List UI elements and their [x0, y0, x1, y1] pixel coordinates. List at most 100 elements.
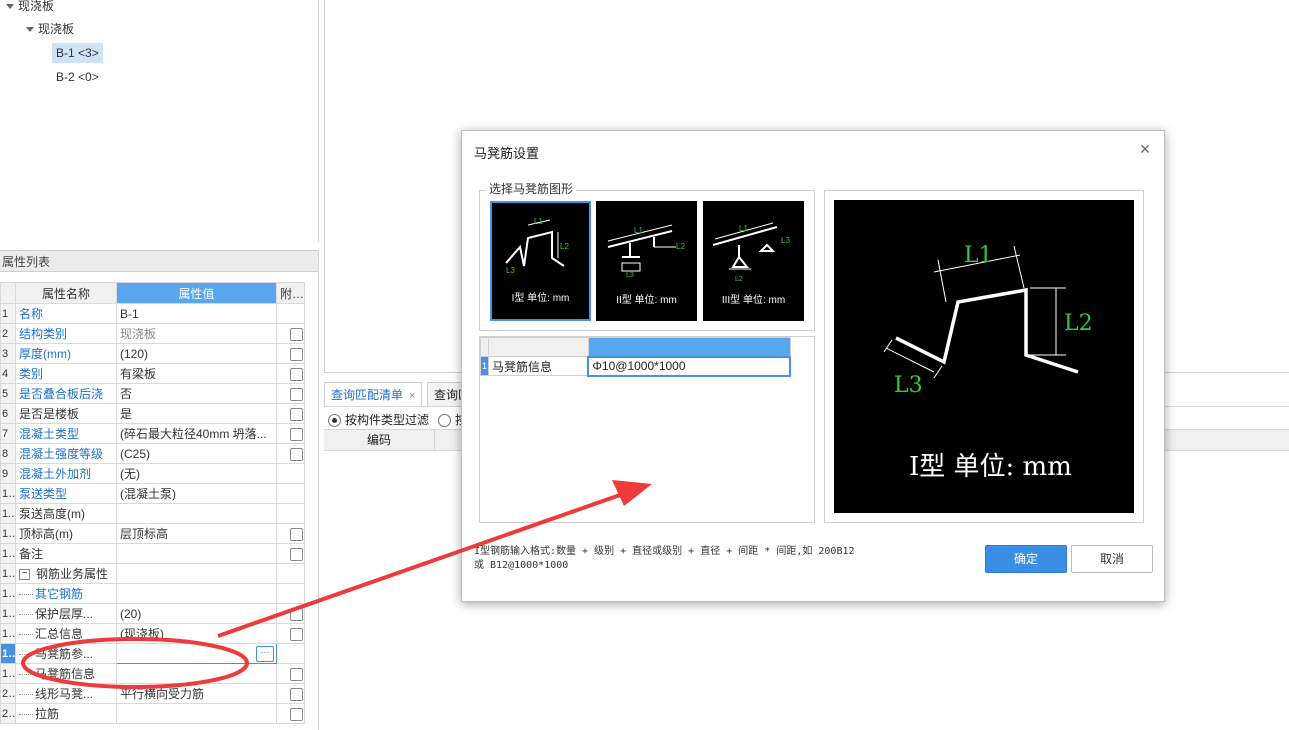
property-name: 拉筋: [15, 703, 117, 724]
input-format-hint: I型钢筋输入格式:数量 + 级别 + 直径或级别 + 直径 + 间距 * 间距,…: [474, 546, 855, 571]
property-row[interactable]: 13 备注: [0, 543, 305, 564]
tab-query-match-list[interactable]: 查询匹配清单 ×: [324, 382, 423, 407]
thumb-label-type-2: II型 单位: mm: [616, 295, 677, 306]
property-row[interactable]: 12 顶标高(m) 层顶标高: [0, 523, 305, 544]
info-header-name: [487, 337, 589, 357]
info-value-input[interactable]: Φ10@1000*1000: [587, 355, 791, 377]
tree-root-node[interactable]: 现浇板: [6, 0, 54, 16]
property-value[interactable]: [116, 543, 277, 564]
row-number: 3: [0, 343, 16, 364]
property-row[interactable]: 9 混凝土外加剂 (无): [0, 463, 305, 484]
property-name: 顶标高(m): [15, 523, 117, 544]
property-row[interactable]: 21 拉筋: [0, 703, 305, 724]
property-value[interactable]: (C25): [116, 443, 277, 464]
property-row[interactable]: 20 线形马凳... 平行横向受力筋: [0, 683, 305, 704]
property-value[interactable]: [116, 563, 277, 584]
property-value[interactable]: 否: [116, 383, 277, 404]
ellipsis-icon[interactable]: ···: [256, 646, 274, 662]
property-row[interactable]: 14− 钢筋业务属性: [0, 563, 305, 584]
property-row[interactable]: 17 汇总信息 (现浇板): [0, 623, 305, 644]
property-row[interactable]: 19 马凳筋信息: [0, 663, 305, 684]
property-value[interactable]: (120): [116, 343, 277, 364]
thumb-label-type-3: III型 单位: mm: [721, 295, 786, 306]
extra-cell: [276, 523, 305, 544]
property-value[interactable]: (碎石最大粒径40mm 坍落...: [116, 423, 277, 444]
property-value[interactable]: (现浇板): [116, 623, 277, 644]
property-row[interactable]: 16 保护层厚... (20): [0, 603, 305, 624]
property-value-input[interactable]: ···: [116, 643, 277, 664]
property-row[interactable]: 1 名称 B-1: [0, 303, 305, 324]
row-number: 15: [0, 583, 16, 604]
radio-icon[interactable]: [438, 414, 451, 428]
filter-by-type[interactable]: 按构件类型过滤: [328, 411, 429, 428]
checkbox[interactable]: [290, 607, 303, 621]
stirrup-info-box: 1 马凳筋信息 Φ10@1000*1000: [479, 336, 815, 523]
checkbox[interactable]: [290, 667, 303, 681]
extra-cell: [276, 323, 305, 344]
close-icon[interactable]: ×: [409, 390, 415, 402]
tree-connector: [19, 654, 33, 656]
row-number: 17: [0, 623, 16, 644]
shape-thumb-type-1[interactable]: L1 L2 L3 I型 单位: mm: [490, 201, 591, 321]
property-value[interactable]: [116, 663, 277, 684]
checkbox[interactable]: [290, 327, 303, 341]
ok-button[interactable]: 确定: [985, 545, 1067, 573]
property-value[interactable]: 层顶标高: [116, 523, 277, 544]
property-value[interactable]: (无): [116, 463, 277, 484]
row-number: 21: [0, 703, 16, 724]
property-row[interactable]: 7 混凝土类型 (碎石最大粒径40mm 坍落...: [0, 423, 305, 444]
property-value[interactable]: 是: [116, 403, 277, 424]
row-number: 14: [0, 563, 16, 584]
checkbox[interactable]: [290, 687, 303, 701]
column-code: 编码: [324, 430, 435, 450]
row-number: 13: [0, 543, 16, 564]
collapse-icon[interactable]: −: [19, 569, 30, 581]
checkbox[interactable]: [290, 527, 303, 541]
cancel-button[interactable]: 取消: [1071, 545, 1153, 573]
property-value[interactable]: 现浇板: [116, 323, 277, 344]
property-row[interactable]: 2 结构类别 现浇板: [0, 323, 305, 344]
property-value[interactable]: 平行横向受力筋: [116, 683, 277, 704]
close-icon[interactable]: ×: [1136, 140, 1154, 158]
property-value[interactable]: [116, 703, 277, 724]
property-name: 混凝土类型: [15, 423, 117, 444]
extra-cell: [276, 643, 305, 664]
tree-leaf-b2[interactable]: B-2 <0>: [52, 67, 103, 87]
property-row[interactable]: 11 泵送高度(m): [0, 503, 305, 524]
expand-arrow-icon[interactable]: [26, 27, 34, 33]
shape-thumb-type-3[interactable]: L1 L2 L3 III型 单位: mm: [703, 201, 804, 321]
checkbox[interactable]: [290, 547, 303, 561]
checkbox[interactable]: [290, 427, 303, 441]
property-row[interactable]: 8 混凝土强度等级 (C25): [0, 443, 305, 464]
property-row[interactable]: 10 泵送类型 (混凝土泵): [0, 483, 305, 504]
tree-child-node[interactable]: 现浇板: [26, 19, 74, 39]
checkbox[interactable]: [290, 407, 303, 421]
property-row[interactable]: 3 厚度(mm) (120): [0, 343, 305, 364]
property-value[interactable]: B-1: [116, 303, 277, 324]
tree-connector: [19, 614, 33, 616]
property-row[interactable]: 5 是否叠合板后浇否: [0, 383, 305, 404]
checkbox[interactable]: [290, 627, 303, 641]
property-value[interactable]: 有梁板: [116, 363, 277, 384]
checkbox[interactable]: [290, 707, 303, 721]
property-name: 混凝土外加剂: [15, 463, 117, 484]
property-row[interactable]: 4 类别 有梁板: [0, 363, 305, 384]
expand-arrow-icon[interactable]: [6, 4, 14, 10]
property-row[interactable]: 15 其它钢筋: [0, 583, 305, 604]
property-value[interactable]: [116, 503, 277, 524]
radio-icon[interactable]: [328, 414, 341, 428]
row-number: 12: [0, 523, 16, 544]
header-prop-value: 属性值: [116, 282, 277, 304]
checkbox[interactable]: [290, 387, 303, 401]
property-value[interactable]: [116, 583, 277, 604]
property-value[interactable]: (混凝土泵): [116, 483, 277, 504]
checkbox[interactable]: [290, 347, 303, 361]
property-row[interactable]: 18 马凳筋参... ···: [0, 643, 305, 664]
shape-thumb-type-2[interactable]: L1 L3 L2 II型 单位: mm: [596, 201, 697, 321]
label-l1: L1: [964, 243, 993, 268]
property-row[interactable]: 6 是否是楼板是: [0, 403, 305, 424]
property-value[interactable]: (20): [116, 603, 277, 624]
tree-leaf-b1[interactable]: B-1 <3>: [52, 43, 103, 63]
checkbox[interactable]: [290, 447, 303, 461]
checkbox[interactable]: [290, 367, 303, 381]
